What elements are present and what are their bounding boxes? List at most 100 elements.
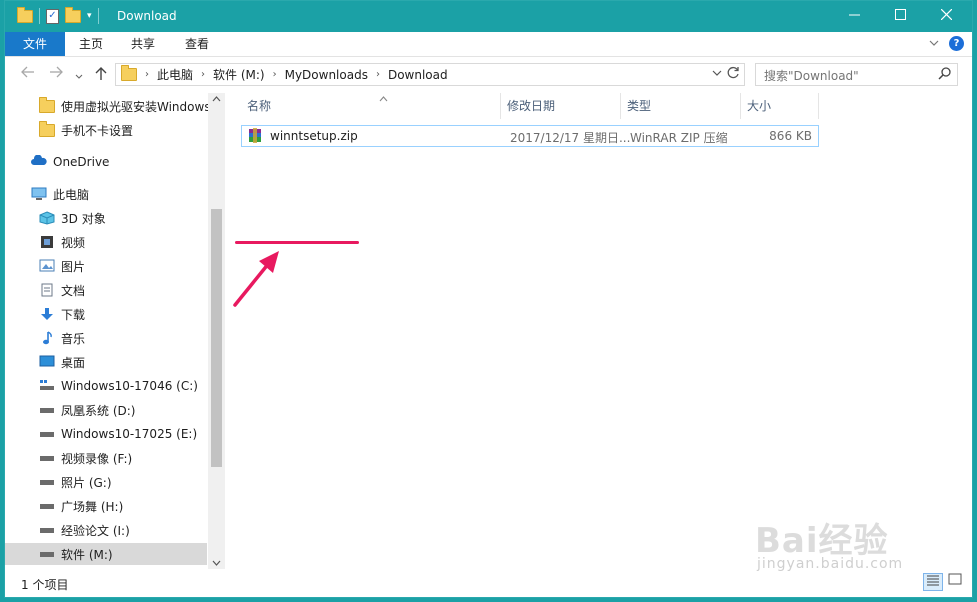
nav-item-label: 3D 对象 — [61, 211, 106, 226]
chevron-down-icon — [75, 74, 83, 79]
new-folder-icon[interactable] — [65, 6, 81, 23]
nav-item-label: 使用虚拟光驱安装Windows — [61, 99, 211, 114]
nav-item-pictures[interactable]: 图片 — [5, 255, 225, 277]
nav-item-documents[interactable]: 文档 — [5, 279, 225, 301]
status-bar: 1 个项目 — [5, 569, 972, 597]
nav-item-drive-c[interactable]: Windows10-17046 (C:) — [5, 375, 225, 397]
nav-item-downloads[interactable]: 下载 — [5, 303, 225, 325]
properties-icon[interactable]: ✓ — [46, 8, 59, 24]
address-box[interactable]: › 此电脑 › 软件 (M:) › MyDownloads › Download — [115, 63, 745, 86]
minimize-icon — [848, 14, 860, 16]
nav-item-3d-objects[interactable]: 3D 对象 — [5, 207, 225, 229]
breadcrumb-drive-m[interactable]: 软件 (M:) — [213, 66, 265, 83]
nav-item-this-pc[interactable]: 此电脑 — [5, 183, 225, 205]
folder-icon — [17, 6, 33, 23]
download-icon — [39, 307, 55, 321]
column-header-size[interactable]: 大小 — [741, 93, 819, 119]
search-box[interactable] — [755, 63, 958, 86]
sort-ascending-icon — [379, 87, 388, 113]
column-header-name[interactable]: 名称 — [241, 93, 501, 119]
nav-item-drive-m[interactable]: 软件 (M:) — [5, 543, 207, 565]
nav-item-label: 文档 — [61, 283, 86, 298]
nav-item-label: OneDrive — [53, 155, 110, 169]
back-arrow-icon — [21, 66, 34, 78]
breadcrumb-separator-icon[interactable]: › — [273, 69, 277, 80]
tab-share[interactable]: 共享 — [117, 32, 169, 56]
navigation-pane: 使用虚拟光驱安装Windows 手机不卡设置 OneDrive 此电脑 3D 对… — [5, 93, 225, 569]
folder-icon — [39, 120, 55, 137]
folder-icon — [121, 65, 137, 81]
ribbon-controls: ? — [929, 36, 964, 51]
nav-item-drive-d[interactable]: 凤凰系统 (D:) — [5, 399, 225, 421]
nav-item-onedrive[interactable]: OneDrive — [5, 151, 225, 173]
large-icons-view-icon[interactable] — [945, 573, 965, 591]
nav-item-drive-f[interactable]: 视频录像 (F:) — [5, 447, 225, 469]
drive-icon — [39, 499, 55, 513]
minimize-button[interactable] — [831, 1, 877, 32]
nav-item-videos[interactable]: 视频 — [5, 231, 225, 253]
tab-file[interactable]: 文件 — [5, 32, 65, 56]
breadcrumb-separator-icon[interactable]: › — [376, 69, 380, 80]
expand-ribbon-icon[interactable] — [929, 38, 939, 49]
drive-icon — [39, 547, 55, 561]
nav-item-folder[interactable]: 手机不卡设置 — [5, 119, 225, 141]
nav-item-drive-h[interactable]: 广场舞 (H:) — [5, 495, 225, 517]
folder-icon — [39, 96, 55, 113]
scroll-down-icon[interactable] — [212, 559, 221, 569]
refresh-button[interactable] — [727, 66, 740, 83]
back-button[interactable] — [21, 66, 35, 82]
scroll-up-icon[interactable] — [212, 95, 221, 105]
forward-arrow-icon — [50, 66, 63, 78]
nav-item-desktop[interactable]: 桌面 — [5, 351, 225, 373]
breadcrumb-mydownloads[interactable]: MyDownloads — [285, 68, 368, 82]
up-arrow-icon — [95, 67, 107, 80]
up-button[interactable] — [95, 66, 107, 84]
document-icon — [39, 283, 55, 297]
forward-button[interactable] — [49, 66, 63, 82]
toolbar-divider — [97, 8, 99, 24]
maximize-button[interactable] — [877, 1, 923, 32]
close-button[interactable] — [923, 1, 969, 32]
navigation-bar: › 此电脑 › 软件 (M:) › MyDownloads › Download — [5, 57, 972, 93]
breadcrumb-download[interactable]: Download — [388, 68, 448, 82]
column-header-modified[interactable]: 修改日期 — [501, 93, 621, 119]
tab-home[interactable]: 主页 — [65, 32, 117, 56]
window-title: Download — [117, 9, 177, 23]
nav-item-drive-g[interactable]: 照片 (G:) — [5, 471, 225, 493]
cube-icon — [39, 211, 55, 225]
file-list-pane: 名称 修改日期 类型 大小 winntsetup.zip 2017/12/17 … — [229, 93, 972, 569]
breadcrumb-separator-icon[interactable]: › — [145, 69, 149, 80]
nav-item-label: Windows10-17025 (E:) — [61, 427, 198, 441]
baidu-watermark-url: jingyan.baidu.com — [757, 556, 904, 572]
details-view-icon[interactable] — [923, 573, 943, 591]
drive-icon — [39, 475, 55, 489]
picture-icon — [39, 259, 55, 273]
breadcrumb-this-pc[interactable]: 此电脑 — [157, 66, 193, 83]
nav-item-drive-i[interactable]: 经验论文 (I:) — [5, 519, 225, 541]
customize-toolbar-dropdown[interactable]: ▾ — [87, 11, 92, 21]
scrollbar-thumb[interactable] — [211, 209, 222, 467]
file-modified: 2017/12/17 星期日... — [510, 131, 631, 145]
nav-item-label: 桌面 — [61, 355, 86, 370]
search-input[interactable] — [762, 65, 936, 86]
tab-view[interactable]: 查看 — [171, 32, 223, 56]
nav-item-label: 视频 — [61, 235, 86, 250]
music-icon — [39, 331, 55, 345]
file-name: winntsetup.zip — [270, 129, 358, 143]
help-icon[interactable]: ? — [949, 36, 964, 51]
drive-icon — [39, 523, 55, 537]
nav-item-label: 照片 (G:) — [61, 475, 112, 490]
nav-scrollbar[interactable] — [208, 93, 225, 569]
column-header-label: 修改日期 — [507, 99, 556, 113]
column-header-label: 大小 — [747, 99, 772, 113]
recent-locations-button[interactable] — [75, 68, 83, 84]
search-icon[interactable] — [938, 67, 951, 84]
nav-item-folder[interactable]: 使用虚拟光驱安装Windows — [5, 95, 225, 117]
column-header-type[interactable]: 类型 — [621, 93, 741, 119]
breadcrumb-separator-icon[interactable]: › — [201, 69, 205, 80]
nav-item-music[interactable]: 音乐 — [5, 327, 225, 349]
nav-item-drive-e[interactable]: Windows10-17025 (E:) — [5, 423, 225, 445]
file-row[interactable]: winntsetup.zip 2017/12/17 星期日... WinRAR … — [241, 125, 819, 147]
nav-item-label: 软件 (M:) — [61, 547, 113, 562]
address-history-dropdown[interactable] — [712, 68, 722, 79]
